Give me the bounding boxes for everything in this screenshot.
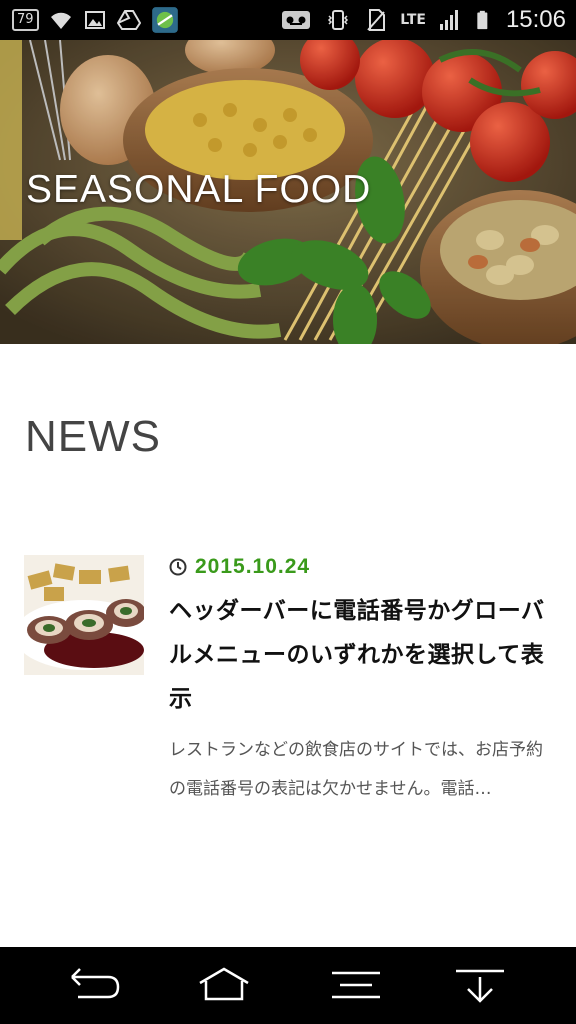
app-icon (151, 7, 178, 33)
no-sim-icon (367, 9, 386, 31)
home-icon[interactable] (194, 965, 254, 1005)
post-excerpt: レストランなどの飲食店のサイトでは、お店予約の電話番号の表記は欠かせません。電話… (169, 740, 543, 799)
menu-icon[interactable] (326, 965, 386, 1005)
status-clock: 15:06 (505, 6, 566, 33)
battery-full-icon (477, 10, 488, 30)
clock-icon (169, 558, 187, 576)
vibrate-icon (328, 10, 349, 30)
image-icon (84, 11, 105, 29)
system-nav-bar (0, 947, 576, 1024)
drive-icon (116, 10, 141, 30)
post-thumbnail[interactable] (24, 555, 144, 675)
post-date: 2015.10.24 (169, 555, 559, 579)
post-body: 2015.10.24 ヘッダーバーに電話番号かグローバルメニューのいずれかを選択… (169, 555, 559, 809)
download-icon[interactable] (450, 965, 510, 1005)
news-heading: NEWS (25, 412, 161, 461)
post-thumbnail-image (24, 555, 144, 675)
voicemail-icon (282, 11, 311, 29)
hero-banner: SEASONAL FOOD (0, 40, 576, 344)
post-date-text: 2015.10.24 (195, 555, 311, 578)
battery-icon: 79 (12, 9, 39, 31)
status-bar: 79 LTE 15:06 (0, 0, 576, 40)
signal-icon (439, 10, 458, 30)
post-title-link[interactable]: ヘッダーバーに電話番号かグローバルメニューのいずれかを選択して表示 (169, 589, 559, 721)
hero-title: SEASONAL FOOD (26, 168, 372, 211)
back-icon[interactable] (64, 965, 124, 1005)
network-type-label: LTE (400, 12, 426, 28)
wifi-icon (50, 12, 71, 29)
